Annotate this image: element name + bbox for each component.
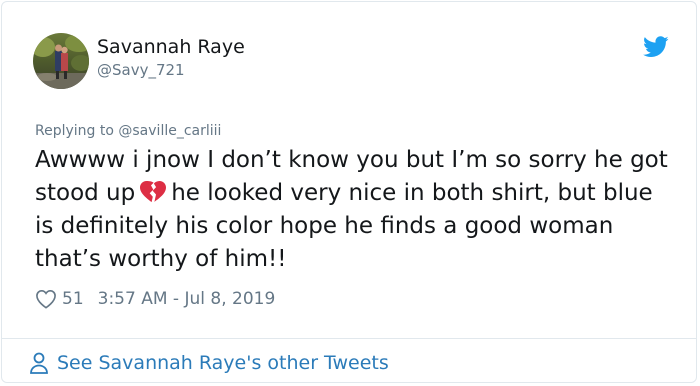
replying-prefix: Replying to (35, 123, 119, 139)
footer-divider (2, 338, 696, 339)
tweet-text: Awwww i jnow I don’t know you but I’m so… (35, 144, 675, 276)
replying-to: Replying to @saville_carliii (35, 122, 221, 140)
tweet-meta: 51 3:57 AM - Jul 8, 2019 (35, 288, 275, 310)
author-name[interactable]: Savannah Raye (97, 35, 245, 59)
see-other-tweets-link[interactable]: See Savannah Raye's other Tweets (29, 349, 389, 377)
tweet-timestamp[interactable]: 3:57 AM - Jul 8, 2019 (98, 289, 276, 309)
replying-to-mention[interactable]: @saville_carliii (118, 123, 221, 139)
person-icon (29, 352, 49, 374)
twitter-bird-icon[interactable] (643, 36, 669, 58)
tweet-card: Savannah Raye @Savy_721 Replying to @sav… (1, 1, 697, 383)
author-handle[interactable]: @Savy_721 (97, 61, 185, 79)
heart-icon[interactable] (35, 289, 57, 309)
like-count: 51 (62, 289, 84, 309)
avatar[interactable] (33, 33, 89, 89)
broken-heart-icon (139, 180, 167, 204)
tweet-header: Savannah Raye @Savy_721 (2, 2, 696, 112)
see-other-tweets-label[interactable]: See Savannah Raye's other Tweets (57, 352, 389, 374)
